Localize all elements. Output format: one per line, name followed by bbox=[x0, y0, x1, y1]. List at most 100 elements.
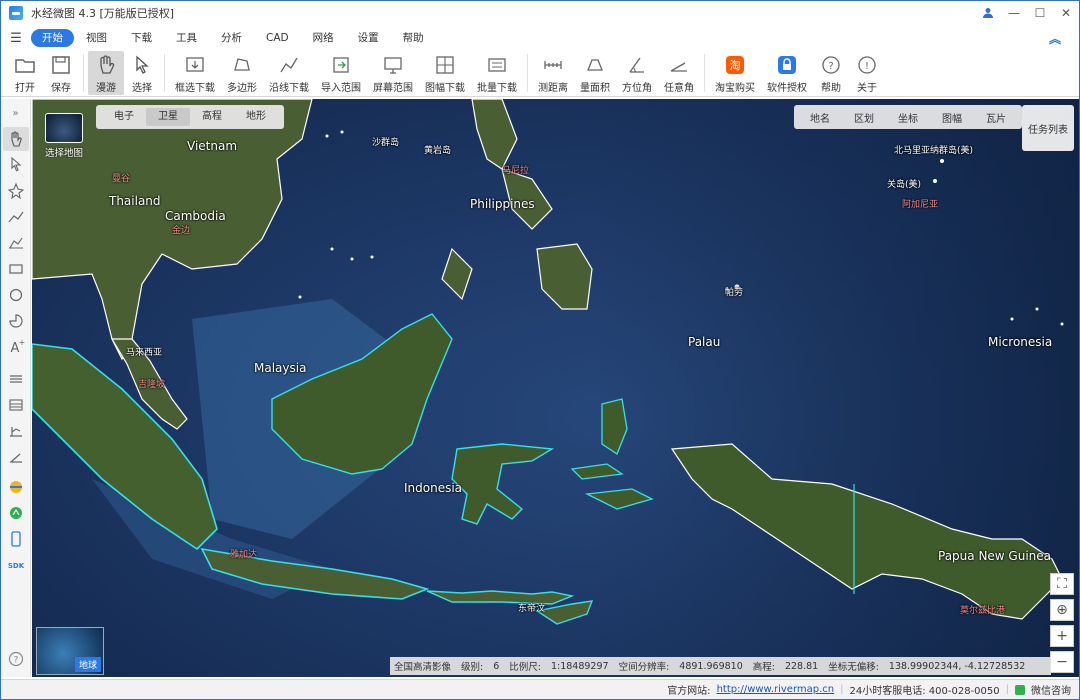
box-download-button[interactable]: 框选下载 bbox=[169, 51, 221, 95]
measure-area-label: 量面积 bbox=[580, 83, 610, 94]
tab-map-sheets[interactable]: 图幅 bbox=[930, 110, 974, 125]
collapse-ribbon-icon[interactable]: ︽ bbox=[1049, 30, 1061, 47]
open-button[interactable]: 打开 bbox=[7, 51, 43, 95]
sheet-download-label: 图幅下载 bbox=[425, 83, 465, 94]
zoom-in-button[interactable]: + bbox=[1050, 625, 1074, 647]
official-site-link[interactable]: http://www.rivermap.cn bbox=[717, 684, 835, 695]
user-icon[interactable] bbox=[975, 1, 1001, 25]
tab-satellite[interactable]: 卫星 bbox=[146, 108, 190, 126]
measure-area-button[interactable]: 量面积 bbox=[574, 51, 616, 95]
sheet-download-button[interactable]: 图幅下载 bbox=[419, 51, 471, 95]
draw-sector-icon[interactable] bbox=[3, 309, 29, 333]
taobao-label: 淘宝购买 bbox=[715, 83, 755, 94]
expand-sidebar-icon[interactable]: » bbox=[3, 101, 29, 125]
menu-network[interactable]: 网络 bbox=[301, 29, 346, 47]
help-button[interactable]: ? 帮助 bbox=[813, 51, 849, 95]
menu-analysis[interactable]: 分析 bbox=[209, 29, 254, 47]
hand-pan-icon bbox=[94, 53, 118, 77]
sdk-icon[interactable]: SDK bbox=[3, 553, 29, 577]
select-button[interactable]: 选择 bbox=[124, 51, 160, 95]
menu-start[interactable]: 开始 bbox=[31, 29, 74, 47]
sheet-download-icon bbox=[433, 53, 457, 77]
screen-range-button[interactable]: 屏幕范围 bbox=[367, 51, 419, 95]
help-label: 帮助 bbox=[821, 83, 841, 94]
help-circle-icon[interactable]: ? bbox=[3, 647, 29, 671]
bottom-status-bar: 官方网站: http://www.rivermap.cn | 24小时客服电话:… bbox=[1, 679, 1079, 699]
green-app-icon[interactable] bbox=[3, 501, 29, 525]
draw-marker-icon[interactable] bbox=[3, 179, 29, 203]
map-status-bar: 全国高清影像 级别: 6 比例尺: 1:18489297 空间分辨率: 4891… bbox=[390, 657, 1051, 675]
place-label-malaysia: Malaysia bbox=[254, 361, 307, 375]
menu-tools[interactable]: 工具 bbox=[164, 29, 209, 47]
choose-basemap-button[interactable]: 选择地图 bbox=[42, 113, 86, 165]
polygon-button[interactable]: 多边形 bbox=[221, 51, 263, 95]
wechat-icon bbox=[1015, 684, 1025, 695]
place-label-indonesia: Indonesia bbox=[404, 481, 463, 495]
any-angle-button[interactable]: 任意角 bbox=[658, 51, 700, 95]
place-label-northern-mariana: 北马里亚纳群岛(美) bbox=[894, 146, 974, 156]
pointer-select-icon[interactable] bbox=[3, 153, 29, 177]
tab-elevation[interactable]: 高程 bbox=[190, 108, 234, 126]
azimuth-button[interactable]: 方位角 bbox=[616, 51, 658, 95]
zoom-out-button[interactable]: − bbox=[1050, 651, 1074, 673]
hand-pan-icon[interactable] bbox=[2, 127, 29, 151]
batch-download-button[interactable]: 批量下载 bbox=[471, 51, 523, 95]
locate-icon[interactable]: ⊕ bbox=[1050, 599, 1074, 621]
tab-coordinates[interactable]: 坐标 bbox=[886, 110, 930, 125]
polygon-label: 多边形 bbox=[227, 83, 257, 94]
draw-line-icon[interactable] bbox=[3, 205, 29, 229]
about-button[interactable]: ! 关于 bbox=[849, 51, 885, 95]
wechat-consult[interactable]: 微信咨询 bbox=[1031, 682, 1071, 697]
draw-rectangle-icon[interactable] bbox=[3, 257, 29, 281]
measure-distance-button[interactable]: 测距离 bbox=[532, 51, 574, 95]
any-angle-label: 任意角 bbox=[664, 83, 694, 94]
choose-basemap-label: 选择地图 bbox=[44, 148, 83, 159]
menu-view[interactable]: 视图 bbox=[74, 29, 119, 47]
import-range-button[interactable]: 导入范围 bbox=[315, 51, 367, 95]
pan-label: 漫游 bbox=[96, 83, 116, 94]
line-download-button[interactable]: 沿线下载 bbox=[263, 51, 315, 95]
draw-polyline-icon[interactable] bbox=[3, 231, 29, 255]
place-label-manila: 马尼拉 bbox=[502, 166, 530, 176]
save-button[interactable]: 保存 bbox=[43, 51, 79, 95]
place-label-cambodia: Cambodia bbox=[165, 209, 226, 223]
fullscreen-icon[interactable]: ⛶ bbox=[1050, 573, 1074, 595]
add-text-icon[interactable]: A + bbox=[3, 335, 29, 359]
status-elevation-label: 高程: bbox=[752, 662, 775, 673]
tab-tiles[interactable]: 瓦片 bbox=[974, 110, 1018, 125]
map-canvas[interactable]: 选择地图 电子 卫星 高程 地形 地名 区划 坐标 图幅 瓦片 任务列表 Vie… bbox=[32, 99, 1079, 677]
tab-admin-divisions[interactable]: 区划 bbox=[842, 110, 886, 125]
minimize-button[interactable]: — bbox=[1001, 1, 1027, 25]
screen-range-icon bbox=[381, 53, 405, 77]
status-elevation-value: 228.81 bbox=[784, 660, 819, 672]
database-icon[interactable] bbox=[3, 393, 29, 417]
place-label-east-timor: 东帝汶 bbox=[518, 604, 546, 614]
satellite-imagery bbox=[32, 99, 1079, 677]
place-label-kuala-lumpur: 吉隆坡 bbox=[138, 380, 166, 390]
elevation-icon[interactable] bbox=[3, 419, 29, 443]
tab-terrain[interactable]: 地形 bbox=[234, 108, 278, 126]
place-label-paracel: 沙群岛 bbox=[372, 138, 400, 148]
status-scale-label: 比例尺: bbox=[509, 662, 541, 673]
globe-view-button[interactable]: 地球 bbox=[36, 627, 104, 675]
ruler-icon[interactable] bbox=[3, 445, 29, 469]
taobao-button[interactable]: 淘 淘宝购买 bbox=[709, 51, 761, 95]
globe-app-icon[interactable] bbox=[3, 475, 29, 499]
license-button[interactable]: 软件授权 bbox=[761, 51, 813, 95]
menu-download[interactable]: 下载 bbox=[119, 29, 164, 47]
hamburger-menu-icon[interactable]: ☰ bbox=[1, 31, 31, 46]
draw-circle-icon[interactable] bbox=[3, 283, 29, 307]
pan-button[interactable]: 漫游 bbox=[88, 51, 124, 95]
layers-icon[interactable] bbox=[3, 367, 29, 391]
task-list-button[interactable]: 任务列表 bbox=[1022, 105, 1074, 151]
menu-help[interactable]: 帮助 bbox=[391, 29, 436, 47]
tab-place-names[interactable]: 地名 bbox=[798, 110, 842, 125]
place-label-papua-new-guinea: Papua New Guinea bbox=[938, 549, 1052, 563]
maximize-button[interactable]: ☐ bbox=[1027, 1, 1053, 25]
menu-settings[interactable]: 设置 bbox=[346, 29, 391, 47]
menu-cad[interactable]: CAD bbox=[254, 29, 301, 47]
tab-electronic[interactable]: 电子 bbox=[102, 108, 146, 126]
place-label-guam: 关岛(美) bbox=[887, 180, 922, 190]
close-button[interactable]: ✕ bbox=[1053, 1, 1079, 25]
mobile-app-icon[interactable] bbox=[3, 527, 29, 551]
